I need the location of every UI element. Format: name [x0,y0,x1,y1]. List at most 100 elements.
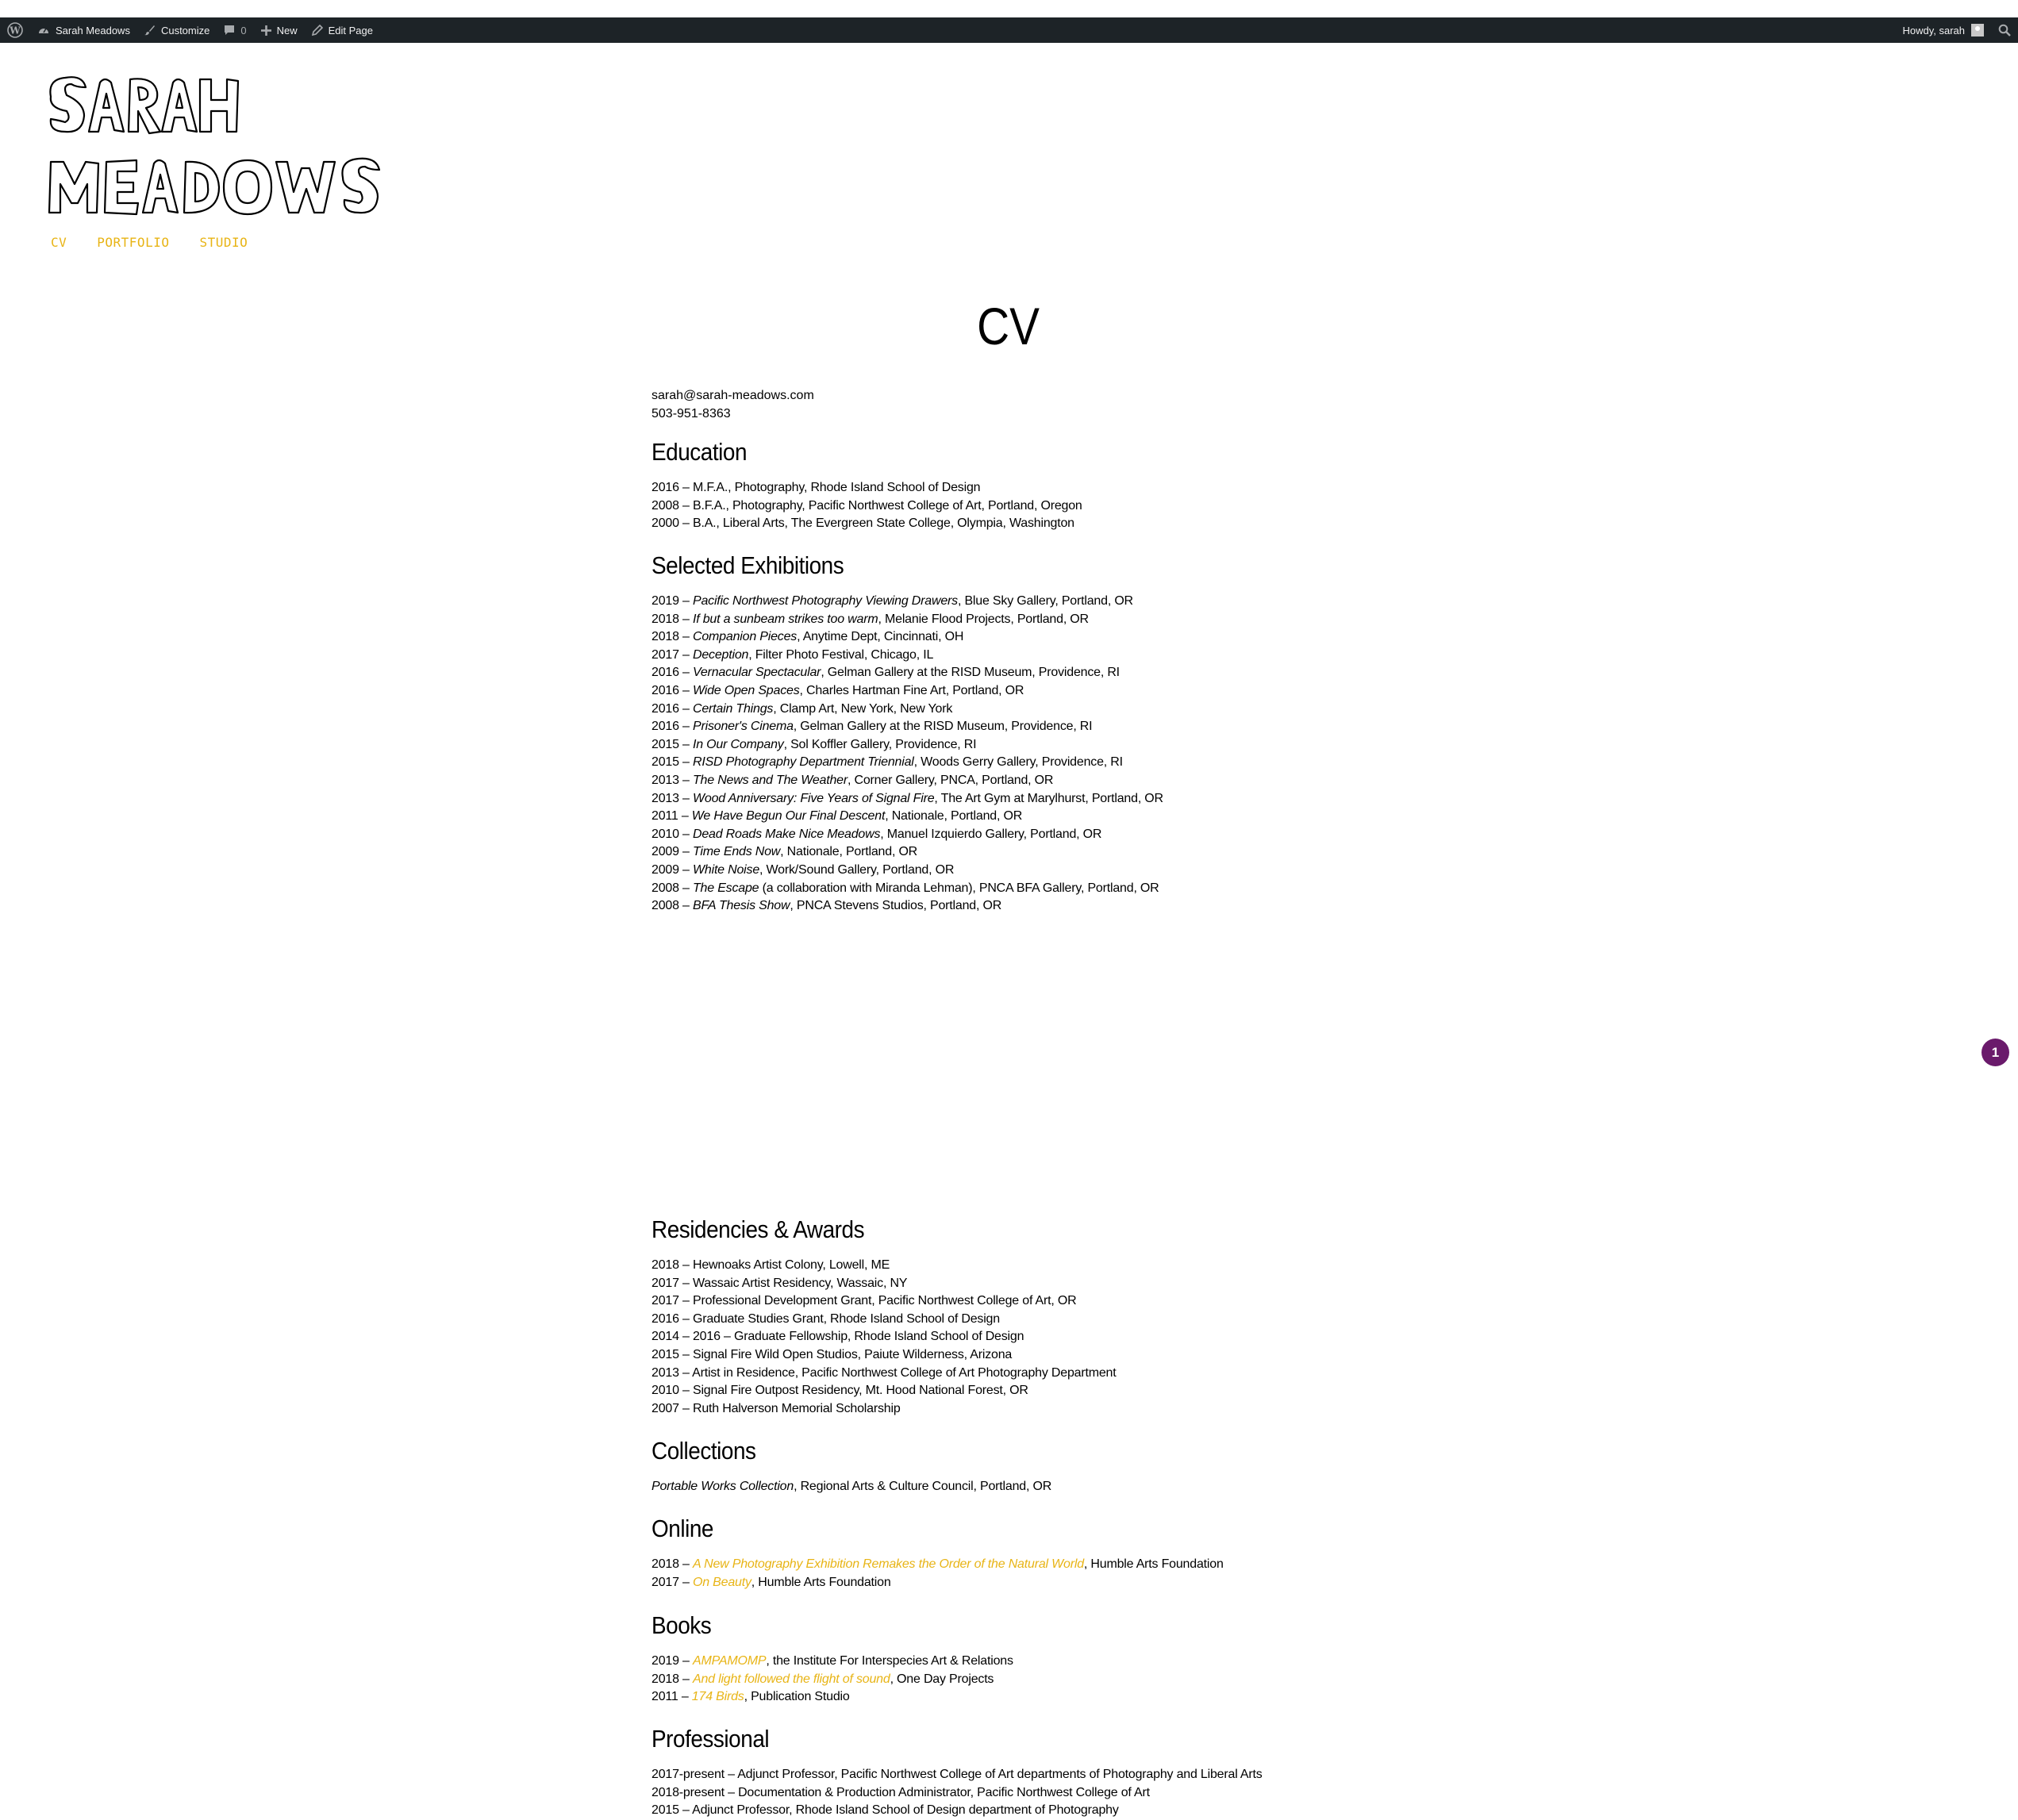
item-link[interactable]: 174 Birds [692,1690,744,1703]
svg-text:W: W [9,25,21,36]
list-item: 2009 – White Noise, Work/Sound Gallery, … [652,862,1163,880]
item-title: The News and The Weather [692,773,848,787]
section-residencies: Residencies & Awards 2018 – Hewnoaks Art… [652,1215,1117,1418]
item-detail: , PNCA Stevens Studios, Portland, OR [790,899,1002,913]
item-title: Deception [692,647,749,662]
item-title: BFA Thesis Show [692,899,790,913]
item-year: 2017 – [652,1575,693,1589]
list-item: 2008 – The Escape (a collaboration with … [652,880,1163,898]
item-year: 2009 – [652,862,693,877]
list-item: 2017-present – Adjunct Professor, Pacifi… [652,1768,1263,1781]
item-detail: , Corner Gallery, PNCA, Portland, OR [848,773,1054,787]
list-item: 2016 – Prisoner's Cinema, Gelman Gallery… [652,718,1163,736]
item-detail: , Gelman Gallery at the RISD Museum, Pro… [793,720,1093,734]
edit-page-label: Edit Page [328,24,373,36]
list-item: 2008 – BFA Thesis Show, PNCA Stevens Stu… [652,897,1163,916]
list-item: 2018 – And light followed the flight of … [652,1671,1013,1689]
item-title: Vernacular Spectacular [692,666,821,680]
list-item: 2018 – If but a sunbeam strikes too warm… [652,611,1163,629]
item-title: Prisoner's Cinema [692,720,794,734]
site-name-button[interactable]: Sarah Meadows [30,17,137,43]
section-heading: Collections [652,1437,756,1465]
section-online: Online 2018 – A New Photography Exhibiti… [652,1515,1224,1592]
comment-icon [225,25,235,35]
search-icon [1998,24,2011,36]
item-link[interactable]: On Beauty [693,1576,751,1589]
item-detail: , Nationale, Portland, OR [780,845,918,859]
item-year: 2010 – [652,827,693,841]
books-list: 2019 – AMPAMOMP, the Institute For Inter… [652,1653,1013,1707]
item-year: 2016 – [652,720,693,734]
nav-item-cv[interactable]: CV [51,235,67,250]
comments-button[interactable]: 0 [217,17,253,43]
wordpress-logo-button[interactable]: W [0,17,30,43]
notification-badge[interactable]: 1 [1981,1039,2009,1066]
list-item: 2010 – Signal Fire Outpost Residency, Mt… [652,1384,1028,1398]
admin-search-button[interactable] [1991,17,2018,43]
item-detail: , One Day Projects [890,1672,994,1686]
item-title: Dead Roads Make Nice Meadows [692,827,881,841]
list-item: 2009 – Time Ends Now, Nationale, Portlan… [652,843,1163,862]
item-link[interactable]: AMPAMOMP [693,1654,767,1668]
section-heading: Selected Exhibitions [652,551,844,579]
item-title: Portable Works Collection [652,1480,794,1493]
list-item: 2015 – Adjunct Professor, Rhode Island S… [652,1803,1119,1818]
section-heading: Residencies & Awards [652,1215,865,1243]
list-item: 2017 – Deception, Filter Photo Festival,… [652,647,1163,665]
education-list: 2016 – M.F.A., Photography, Rhode Island… [652,479,1082,533]
list-item: 2018 – Hewnoaks Artist Colony, Lowell, M… [652,1258,890,1272]
item-year: 2017 – [652,647,693,662]
item-detail: , Charles Hartman Fine Art, Portland, OR [799,683,1024,697]
item-title: The Escape [692,881,759,895]
dashboard-icon [39,28,48,33]
list-item: 2017 – On Beauty, Humble Arts Foundation [652,1574,1224,1592]
list-item: 2013 – The News and The Weather, Corner … [652,772,1163,790]
section-education: Education 2016 – M.F.A., Photography, Rh… [652,438,1082,533]
list-item: 2019 – AMPAMOMP, the Institute For Inter… [652,1653,1013,1671]
item-title: Time Ends Now [692,845,781,859]
item-detail: , Nationale, Portland, OR [885,809,1023,824]
customize-button[interactable]: Customize [137,17,217,43]
item-year: 2008 – [652,881,693,895]
list-item: 2017 – Professional Development Grant, P… [652,1294,1077,1308]
list-item: 2015 – RISD Photography Department Trien… [652,754,1163,772]
item-detail: (a collaboration with Miranda Lehman), P… [759,881,1159,895]
admin-bar: W Sarah Meadows Customize 0 New Edit Pag… [0,17,2018,43]
item-year: 2016 – [652,683,693,697]
nav-item-studio[interactable]: STUDIO [199,235,248,250]
account-button[interactable]: Howdy, sarah [1895,17,1991,43]
new-content-button[interactable]: New [254,17,305,43]
section-heading: Professional [652,1725,770,1753]
item-link[interactable]: A New Photography Exhibition Remakes the… [693,1557,1084,1571]
item-year: 2019 – [652,1654,693,1668]
item-title: Pacific Northwest Photography Viewing Dr… [692,594,958,608]
edit-page-button[interactable]: Edit Page [305,17,380,43]
item-detail: , Woods Gerry Gallery, Providence, RI [913,755,1123,770]
item-detail: , Melanie Flood Projects, Portland, OR [878,612,1090,626]
avatar [1971,24,1984,36]
item-year: 2018 – [652,612,693,626]
item-year: 2018 – [652,630,693,644]
site-logo[interactable] [48,73,413,221]
list-item: 2011 – We Have Begun Our Final Descent, … [652,808,1163,826]
list-item: 2018 – A New Photography Exhibition Rema… [652,1556,1224,1574]
item-detail: , Humble Arts Foundation [751,1575,891,1589]
section-professional: Professional 2017-present – Adjunct Prof… [652,1725,1263,1820]
item-title: Companion Pieces [692,630,798,644]
pencil-icon [311,25,323,36]
item-link[interactable]: And light followed the flight of sound [693,1672,890,1686]
item-year: 2009 – [652,845,693,859]
item-detail: , Manuel Izquierdo Gallery, Portland, OR [880,827,1102,841]
comments-count: 0 [240,24,247,36]
section-heading: Online [652,1515,713,1542]
online-list: 2018 – A New Photography Exhibition Rema… [652,1556,1224,1592]
list-item: 2000 – B.A., Liberal Arts, The Evergreen… [652,516,1074,531]
item-detail: , Publication Studio [744,1690,850,1704]
email: sarah@sarah-meadows.com [652,389,814,402]
section-heading: Education [652,438,748,466]
item-year: 2015 – [652,737,693,751]
item-year: 2011 – [652,809,692,824]
list-item: 2016 – Graduate Studies Grant, Rhode Isl… [652,1311,1000,1326]
item-title: We Have Begun Our Final Descent [691,809,886,824]
nav-item-portfolio[interactable]: PORTFOLIO [97,235,169,250]
